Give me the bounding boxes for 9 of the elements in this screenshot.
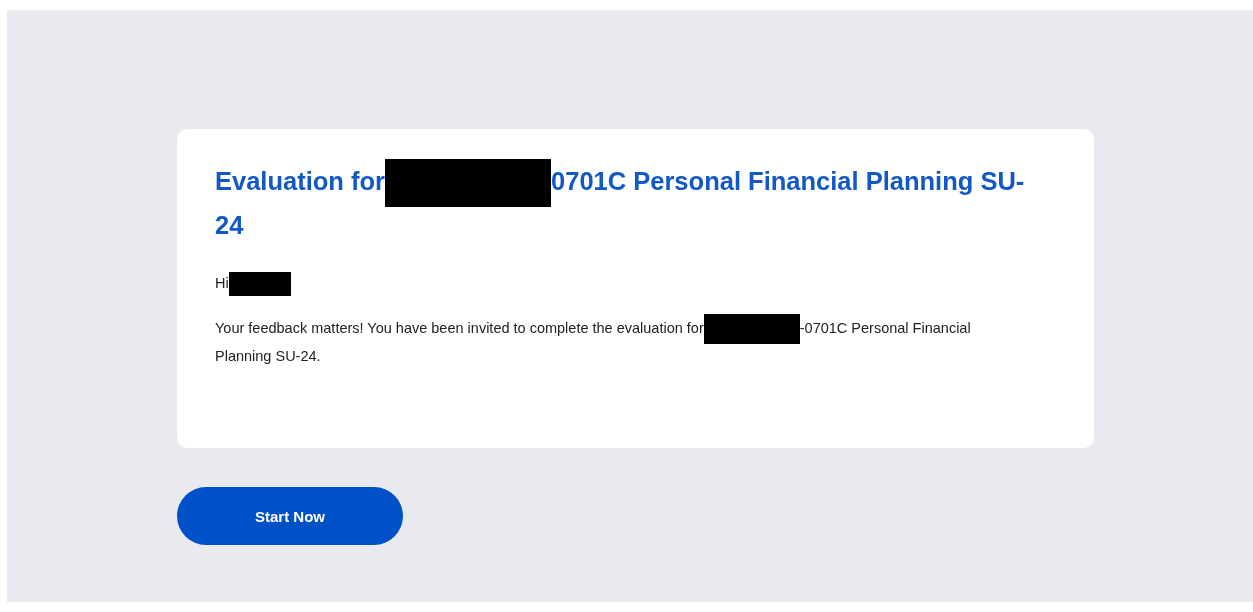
evaluation-title: 0701C Personal Financial Planning SU- [551,166,1025,195]
start-now-button[interactable]: Start Now [177,487,403,545]
message-text: Your feedback matters! You have been invited to complete the evaluation for [215,320,704,336]
greeting-text: Hi [215,275,229,291]
message-text: Planning SU-24. [215,348,321,365]
evaluation-title: 24 [215,211,244,239]
redaction-bar [228,272,291,297]
evaluation-title: Evaluation for [215,166,386,195]
message-text: -0701C Personal Financial [799,320,971,336]
